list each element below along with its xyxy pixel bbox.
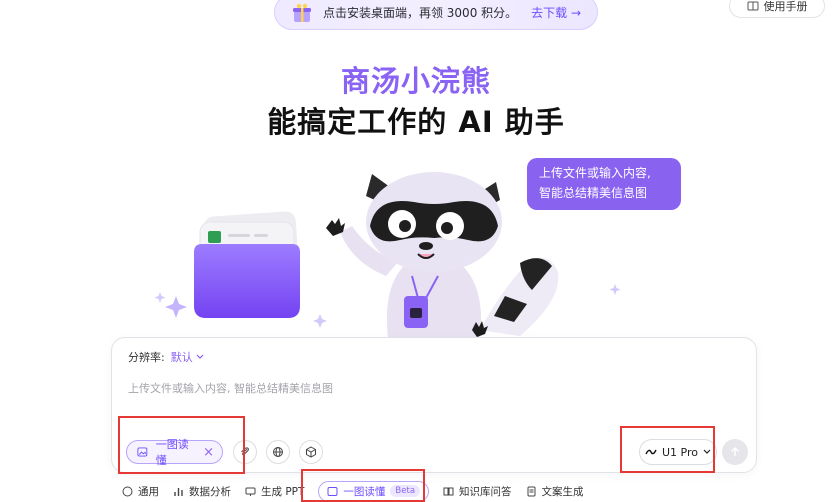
chevron-down-icon	[703, 449, 711, 454]
hint-line-1: 上传文件或输入内容,	[539, 166, 651, 180]
mode-chip-infographic[interactable]: 一图读懂 ×	[126, 438, 223, 467]
resolution-dropdown[interactable]: 默认	[171, 349, 204, 365]
tool-data-analysis[interactable]: 数据分析	[173, 484, 231, 499]
bar-chart-icon	[174, 487, 183, 496]
brand-title: 商汤小浣熊	[340, 64, 491, 98]
book-icon	[747, 1, 758, 11]
user-manual-button[interactable]: 使用手册	[729, 0, 825, 18]
paperclip-icon	[241, 447, 249, 456]
mode-chip-label: 一图读懂	[155, 438, 189, 467]
tool-knowledge-qa[interactable]: 知识库问答	[443, 484, 512, 499]
gift-icon	[292, 3, 311, 22]
model-logo-icon	[645, 449, 657, 455]
knowledge-icon	[443, 487, 454, 495]
tool-label: 数据分析	[189, 485, 231, 498]
tool-label: 通用	[138, 485, 159, 498]
chevron-down-icon	[196, 354, 204, 359]
sparkle-icon	[313, 314, 327, 328]
globe-icon	[273, 447, 283, 457]
sparkle-icon	[609, 284, 621, 295]
cube-icon	[306, 446, 316, 458]
tagline: 能搞定工作的 AI 助手	[267, 105, 565, 139]
tool-label: 生成 PPT	[261, 485, 305, 498]
sparkle-icon	[165, 296, 187, 318]
web-search-button[interactable]	[266, 440, 290, 464]
document-icon	[527, 486, 536, 496]
image-icon	[137, 447, 148, 457]
raccoon-head	[366, 172, 502, 272]
attach-button[interactable]	[233, 440, 257, 464]
hint-bubble: 上传文件或输入内容, 智能总结精美信息图	[527, 158, 681, 210]
arrow-up-icon	[731, 447, 739, 456]
tool-infographic[interactable]: 一图读懂 Beta	[318, 480, 430, 502]
user-manual-label: 使用手册	[763, 0, 808, 13]
send-button[interactable]	[722, 439, 748, 465]
id-badge	[404, 296, 428, 328]
raccoon-body	[386, 262, 482, 338]
folder-graphic	[194, 211, 300, 318]
beta-badge: Beta	[390, 485, 421, 497]
raccoon-arm	[340, 226, 398, 276]
presentation-icon	[245, 487, 256, 496]
plugin-button[interactable]	[299, 440, 323, 464]
tool-copywriting[interactable]: 文案生成	[526, 484, 584, 499]
tool-strip: 通用 数据分析 生成 PPT 一图读懂 Beta 知识库问答 文案生成	[122, 480, 598, 502]
tool-label: 文案生成	[541, 485, 584, 498]
hint-line-2: 智能总结精美信息图	[539, 186, 648, 200]
tool-label: 知识库问答	[459, 485, 512, 498]
chat-icon	[122, 486, 133, 496]
close-icon[interactable]: ×	[203, 445, 214, 460]
download-link[interactable]: 去下载 →	[531, 4, 581, 21]
image-icon	[327, 486, 338, 496]
tool-label: 一图读懂	[343, 485, 386, 498]
model-name: U1 Pro	[662, 445, 698, 459]
model-selector[interactable]: U1 Pro	[639, 439, 717, 465]
composer-card: 分辨率: 默认 上传文件或输入内容, 智能总结精美信息图 一图读懂 × U1 P…	[111, 337, 757, 473]
promo-banner[interactable]: 点击安装桌面端，再领 3000 积分。 去下载 →	[274, 0, 598, 30]
resolution-value: 默认	[170, 351, 193, 364]
promo-text: 点击安装桌面端，再领 3000 积分。	[322, 5, 518, 20]
prompt-input[interactable]: 上传文件或输入内容, 智能总结精美信息图	[128, 380, 333, 396]
raccoon-tail	[480, 257, 559, 336]
tool-general[interactable]: 通用	[122, 484, 159, 499]
tool-generate-ppt[interactable]: 生成 PPT	[245, 484, 304, 499]
resolution-row: 分辨率: 默认	[128, 349, 204, 365]
sparkle-icon	[154, 292, 166, 303]
resolution-label: 分辨率:	[128, 351, 165, 364]
